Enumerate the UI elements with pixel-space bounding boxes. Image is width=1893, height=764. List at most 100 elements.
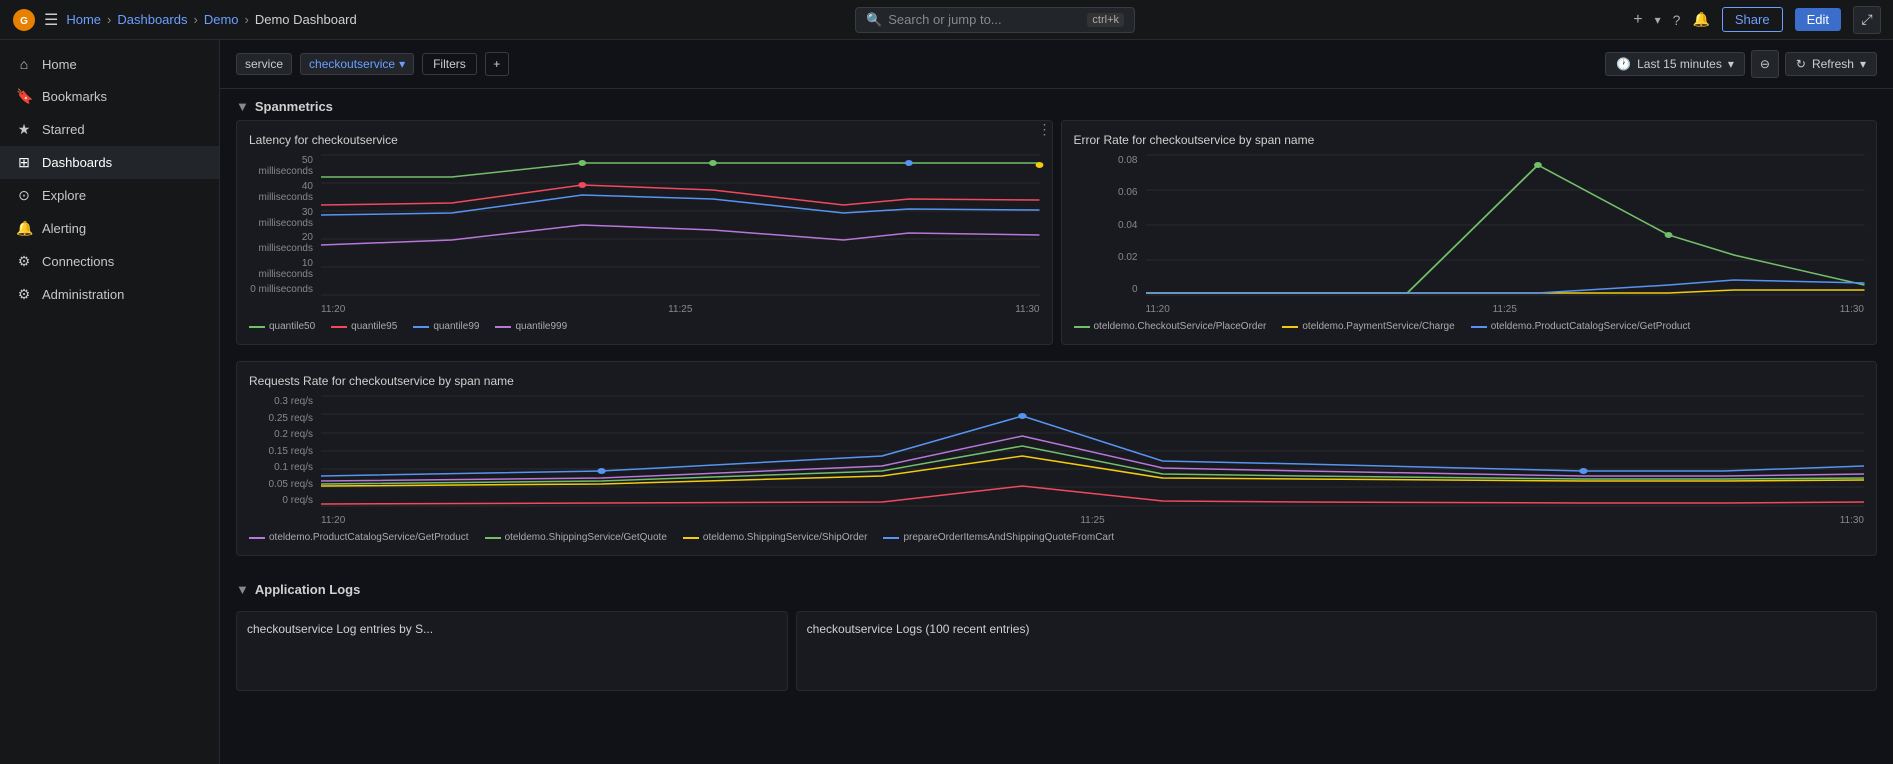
main-content: service checkoutservice ▾ Filters + 🕐 La… <box>220 40 1893 764</box>
requests-rate-chart-panel: Requests Rate for checkoutservice by spa… <box>236 361 1877 556</box>
latency-y-axis: 50 milliseconds 40 milliseconds 30 milli… <box>249 155 319 295</box>
placeorder-legend-line <box>1074 326 1090 328</box>
breadcrumb: Home › Dashboards › Demo › Demo Dashboar… <box>66 12 356 27</box>
grafana-logo-icon: G <box>12 8 36 32</box>
charge-legend-line <box>1282 326 1298 328</box>
error-rate-x-axis: 11:20 11:25 11:30 <box>1146 304 1865 315</box>
requests-rate-legend: oteldemo.ProductCatalogService/GetProduc… <box>249 532 1864 543</box>
spanmetrics-section-header: ▼ Spanmetrics <box>220 89 1893 120</box>
filters-button[interactable]: Filters <box>422 53 477 75</box>
search-placeholder-text: Search or jump to... <box>888 12 1001 27</box>
quantile50-legend-line <box>249 326 265 328</box>
breadcrumb-home[interactable]: Home <box>66 12 101 27</box>
breadcrumb-sep2: › <box>193 12 197 27</box>
rr-getquote-legend-line <box>485 537 501 539</box>
filter-value-text: checkoutservice <box>309 57 395 71</box>
sidebar-label-home: Home <box>42 57 77 72</box>
search-shortcut: ctrl+k <box>1087 13 1124 27</box>
logs-panels: checkoutservice Log entries by S... chec… <box>236 611 1877 691</box>
search-bar[interactable]: 🔍 Search or jump to... ctrl+k <box>855 7 1135 33</box>
quantile99-legend-line <box>413 326 429 328</box>
search-icon: 🔍 <box>866 12 882 28</box>
time-range-picker[interactable]: 🕐 Last 15 minutes ▾ <box>1605 52 1745 76</box>
sidebar-item-dashboards[interactable]: ⊞ Dashboards <box>0 146 219 179</box>
sidebar-item-home[interactable]: ⌂ Home <box>0 48 219 80</box>
sidebar-label-administration: Administration <box>42 287 124 302</box>
sidebar-label-explore: Explore <box>42 188 86 203</box>
plus-icon[interactable]: + <box>1633 11 1642 29</box>
filter-value-checkoutservice[interactable]: checkoutservice ▾ <box>300 53 414 75</box>
refresh-chevron-icon: ▾ <box>1860 57 1866 71</box>
notifications-icon[interactable]: 🔔 <box>1692 11 1709 28</box>
zoom-out-button[interactable]: ⊖ <box>1751 50 1779 78</box>
getproduct-legend-line <box>1471 326 1487 328</box>
error-rate-chart-title: Error Rate for checkoutservice by span n… <box>1074 133 1315 147</box>
refresh-icon: ↻ <box>1796 57 1806 71</box>
connections-icon: ⚙ <box>16 253 32 270</box>
error-rate-y-axis: 0.08 0.06 0.04 0.02 0 <box>1074 155 1144 295</box>
add-filter-button[interactable]: + <box>485 52 509 76</box>
rr-shiporder-legend-line <box>683 537 699 539</box>
breadcrumb-sep1: › <box>107 12 111 27</box>
refresh-button[interactable]: ↻ Refresh ▾ <box>1785 52 1877 76</box>
quantile999-legend-line <box>495 326 511 328</box>
error-rate-svg-area <box>1146 155 1865 295</box>
sidebar-item-explore[interactable]: ⊙ Explore <box>0 179 219 212</box>
sidebar-label-dashboards: Dashboards <box>42 155 112 170</box>
sidebar-item-bookmarks[interactable]: 🔖 Bookmarks <box>0 80 219 113</box>
dashboards-icon: ⊞ <box>16 154 32 171</box>
refresh-label: Refresh <box>1812 57 1854 71</box>
requests-rate-row: Requests Rate for checkoutservice by spa… <box>220 361 1893 572</box>
top-charts-row: Latency for checkoutservice ⋮ 50 millise… <box>220 120 1893 361</box>
clock-icon: 🕐 <box>1616 57 1631 71</box>
error-rate-chart-panel: Error Rate for checkoutservice by span n… <box>1061 120 1878 345</box>
svg-text:G: G <box>20 16 28 27</box>
sidebar-item-connections[interactable]: ⚙ Connections <box>0 245 219 278</box>
latency-legend: quantile50 quantile95 quantile99 quantil… <box>249 321 1040 332</box>
sidebar-toggle-button[interactable]: ☰ <box>44 10 58 30</box>
filter-bar: service checkoutservice ▾ Filters + 🕐 La… <box>220 40 1893 89</box>
topbar-right: + ▾ ? 🔔 Share Edit ⤢ <box>1633 6 1881 34</box>
sidebar-item-alerting[interactable]: 🔔 Alerting <box>0 212 219 245</box>
spanmetrics-title: Spanmetrics <box>255 99 333 114</box>
topbar-center: 🔍 Search or jump to... ctrl+k <box>855 7 1135 33</box>
logs-section: checkoutservice Log entries by S... chec… <box>220 611 1893 691</box>
applogs-collapse-icon[interactable]: ▼ <box>236 582 249 597</box>
sidebar-item-starred[interactable]: ★ Starred <box>0 113 219 146</box>
log-panel-recent-title: checkoutservice Logs (100 recent entries… <box>807 622 1866 636</box>
topbar: G ☰ Home › Dashboards › Demo › Demo Dash… <box>0 0 1893 40</box>
quantile95-legend-line <box>331 326 347 328</box>
requests-rate-svg-area <box>321 396 1864 506</box>
error-rate-legend: oteldemo.CheckoutService/PlaceOrder otel… <box>1074 321 1865 332</box>
requests-rate-chart-area: 0.3 req/s 0.25 req/s 0.2 req/s 0.15 req/… <box>249 396 1864 526</box>
expand-button[interactable]: ⤢ <box>1853 6 1881 34</box>
sidebar: ⌂ Home 🔖 Bookmarks ★ Starred ⊞ Dashboard… <box>0 40 220 764</box>
edit-button[interactable]: Edit <box>1795 8 1841 31</box>
breadcrumb-current: Demo Dashboard <box>255 12 357 27</box>
app-layout: ⌂ Home 🔖 Bookmarks ★ Starred ⊞ Dashboard… <box>0 40 1893 764</box>
latency-x-axis: 11:20 11:25 11:30 <box>321 304 1040 315</box>
requests-rate-x-axis: 11:20 11:25 11:30 <box>321 515 1864 526</box>
breadcrumb-demo[interactable]: Demo <box>204 12 239 27</box>
breadcrumb-sep3: › <box>245 12 249 27</box>
rr-preparecart-legend-line <box>883 537 899 539</box>
breadcrumb-dashboards[interactable]: Dashboards <box>117 12 187 27</box>
filter-tag-service[interactable]: service <box>236 53 292 75</box>
bookmarks-icon: 🔖 <box>16 88 32 105</box>
log-panel-recent: checkoutservice Logs (100 recent entries… <box>796 611 1877 691</box>
star-icon: ★ <box>16 121 32 138</box>
chevron-down-icon[interactable]: ▾ <box>1655 13 1661 27</box>
topbar-left: G ☰ Home › Dashboards › Demo › Demo Dash… <box>12 8 357 32</box>
latency-chart-area: 50 milliseconds 40 milliseconds 30 milli… <box>249 155 1040 315</box>
latency-chart-panel: Latency for checkoutservice ⋮ 50 millise… <box>236 120 1053 345</box>
latency-chart-menu-button[interactable]: ⋮ <box>1038 121 1052 138</box>
spanmetrics-collapse-icon[interactable]: ▼ <box>236 99 249 114</box>
application-logs-title: Application Logs <box>255 582 360 597</box>
requests-rate-y-axis: 0.3 req/s 0.25 req/s 0.2 req/s 0.15 req/… <box>249 396 319 506</box>
sidebar-label-alerting: Alerting <box>42 221 86 236</box>
share-button[interactable]: Share <box>1722 7 1783 32</box>
refresh-area: 🕐 Last 15 minutes ▾ ⊖ ↻ Refresh ▾ <box>1605 50 1877 78</box>
chevron-down-icon: ▾ <box>399 57 405 71</box>
help-icon[interactable]: ? <box>1673 12 1681 28</box>
sidebar-item-administration[interactable]: ⚙ Administration <box>0 278 219 311</box>
